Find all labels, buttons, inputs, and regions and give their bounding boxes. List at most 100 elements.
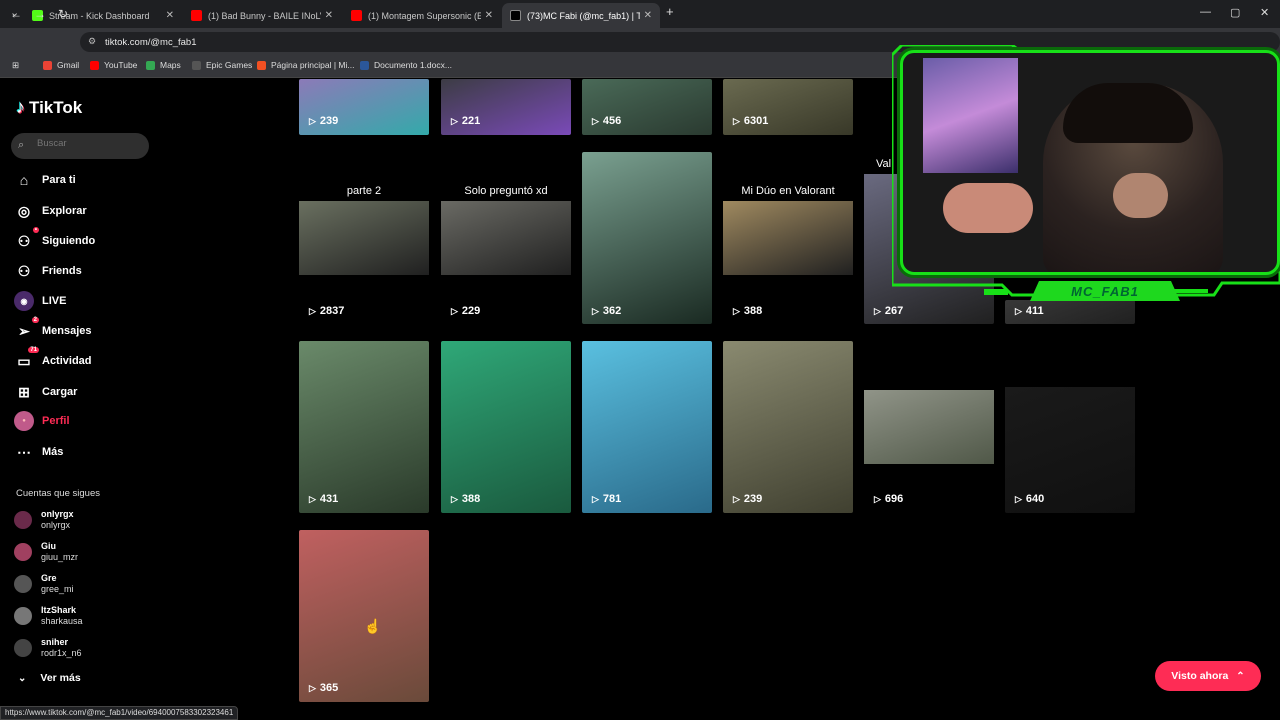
tab-close-icon[interactable]: ✕: [325, 10, 333, 21]
sidebar-item-live[interactable]: ◉ LIVE: [14, 291, 66, 311]
sidebar-item-actividad[interactable]: ▭ 71 Actividad: [14, 347, 92, 371]
forward-icon[interactable]: →: [34, 7, 46, 21]
search-box[interactable]: ⌕: [11, 133, 149, 159]
double-chevron-up-icon: ⌃: [1236, 670, 1245, 682]
tab-favicon-icon: [510, 10, 521, 21]
video-tile[interactable]: ▷ 411: [1005, 300, 1135, 324]
tab-close-icon[interactable]: ✕: [166, 10, 174, 21]
bookmark-item[interactable]: Maps: [146, 60, 181, 70]
sidebar-item-label: LIVE: [42, 295, 67, 307]
video-tile[interactable]: ▷ 640: [1005, 341, 1135, 513]
tab-close-icon[interactable]: ✕: [485, 10, 493, 21]
sidebar-item-friends[interactable]: ⚇ Friends: [14, 261, 82, 281]
browser-tab[interactable]: (1) Montagem Supersonic (Exte ✕: [343, 3, 501, 28]
browser-tab[interactable]: (1) Bad Bunny - BAILE INoLVIDA ✕: [183, 3, 341, 28]
status-bar-url: https://www.tiktok.com/@mc_fab1/video/69…: [0, 706, 239, 720]
view-count: ▷ 696: [874, 493, 904, 505]
tiktok-note-icon: ♪: [16, 97, 25, 117]
video-tile[interactable]: ▷ 365: [299, 530, 429, 702]
search-icon: ⌕: [18, 139, 25, 151]
followed-account[interactable]: sniher rodr1x_n6: [14, 637, 82, 659]
sidebar-item-label: Perfil: [42, 415, 70, 427]
message-icon: ➢ 2: [18, 317, 39, 339]
video-tile[interactable]: ▷ 239: [723, 341, 853, 513]
video-thumbnail: [864, 390, 994, 464]
video-tile[interactable]: Solo preguntó xd ▷ 229: [441, 180, 571, 324]
followed-account[interactable]: Gre gree_mi: [14, 573, 74, 595]
video-tile[interactable]: ▷ 388: [441, 341, 571, 513]
view-count: ▷ 456: [592, 115, 622, 127]
video-tile[interactable]: ▷ 362: [582, 152, 712, 324]
video-tile[interactable]: parte 2 ▷ 2837: [299, 180, 429, 324]
visto-ahora-button[interactable]: Visto ahora ⌃: [1155, 661, 1261, 691]
bookmark-item[interactable]: Epic Games: [192, 60, 252, 70]
site-info-icon[interactable]: ⚙: [88, 36, 96, 47]
view-count: ▷ 640: [1015, 493, 1045, 505]
avatar: [14, 575, 32, 593]
video-thumbnail: [582, 341, 712, 513]
view-count: ▷ 221: [451, 115, 481, 127]
bookmark-item[interactable]: Página principal | Mi...: [257, 60, 354, 70]
sidebar-item-cargar[interactable]: ⊞ Cargar: [14, 382, 77, 402]
see-more-button[interactable]: ⌄ Ver más: [18, 672, 81, 684]
play-icon: ▷: [592, 305, 599, 316]
tab-favicon-icon: [191, 10, 202, 21]
sidebar-item-label: Explorar: [42, 205, 87, 217]
play-icon: ▷: [309, 305, 316, 316]
sidebar-item-explorar[interactable]: ◎ Explorar: [14, 201, 87, 221]
video-tile[interactable]: ▷ 431: [299, 341, 429, 513]
followed-account[interactable]: onlyrgx onlyrgx: [14, 509, 74, 531]
view-count: ▷ 431: [309, 493, 339, 505]
url-text[interactable]: tiktok.com/@mc_fab1: [105, 37, 196, 48]
video-tile[interactable]: ▷ 456: [582, 79, 712, 135]
bookmark-item[interactable]: Gmail: [43, 60, 79, 70]
close-window-button[interactable]: ✕: [1260, 6, 1269, 19]
followed-account[interactable]: ItzShark sharkausa: [14, 605, 83, 627]
video-tile[interactable]: ▷ 781: [582, 341, 712, 513]
bookmark-item[interactable]: Documento 1.docx...: [360, 60, 452, 70]
bookmark-icon: [90, 60, 99, 70]
browser-tab[interactable]: Stream - Kick Dashboard ✕: [24, 3, 182, 28]
account-name: ItzShark: [41, 605, 77, 615]
minimize-button[interactable]: —: [1200, 6, 1211, 18]
account-handle: gree_mi: [41, 584, 74, 594]
play-icon: ▷: [592, 115, 599, 126]
new-tab-button[interactable]: +: [666, 4, 674, 19]
avatar: [14, 607, 32, 625]
video-tile[interactable]: ▷ 696: [864, 341, 994, 513]
video-thumbnail: [582, 152, 712, 324]
play-icon: ▷: [309, 493, 316, 504]
bookmark-icon: [257, 60, 266, 70]
account-name: Giu: [41, 541, 56, 551]
video-tile[interactable]: ▷ 221: [441, 79, 571, 135]
video-tile[interactable]: ▷ 239: [299, 79, 429, 135]
view-count: ▷ 388: [733, 305, 763, 317]
view-count: ▷ 781: [592, 493, 622, 505]
search-input[interactable]: [37, 138, 142, 149]
tiktok-logo[interactable]: ♪ TikTok: [16, 97, 82, 118]
sidebar-item-siguiendo[interactable]: ⚇ • Siguiendo: [14, 227, 95, 251]
poster-image: [923, 58, 1018, 173]
reload-icon[interactable]: ↻: [58, 7, 68, 21]
followed-account[interactable]: Giu giuu_mzr: [14, 541, 78, 563]
tab-close-icon[interactable]: ✕: [644, 10, 652, 21]
video-tile[interactable]: Mi Dúo en Valorant ▷ 388: [723, 180, 853, 324]
more-icon: ⋯: [17, 443, 31, 460]
video-tile[interactable]: ▷ 6301: [723, 79, 853, 135]
play-icon: ▷: [733, 115, 740, 126]
browser-tab[interactable]: (73)MC Fabi (@mc_fab1) | TikTo ✕: [502, 3, 660, 28]
profile-icon: ●: [14, 411, 34, 431]
bookmark-item[interactable]: YouTube: [90, 60, 137, 70]
maximize-button[interactable]: ▢: [1230, 6, 1240, 19]
play-icon: ▷: [1015, 493, 1022, 504]
webcam-frame: [900, 50, 1280, 275]
back-icon[interactable]: ←: [10, 7, 22, 21]
sidebar-item-perfil[interactable]: ● Perfil: [14, 411, 70, 431]
streamer-hair: [1063, 83, 1193, 143]
apps-icon[interactable]: ⊞: [12, 60, 19, 71]
video-thumbnail: [441, 201, 571, 275]
sidebar-item-mensajes[interactable]: ➢ 2 Mensajes: [14, 317, 92, 341]
sidebar-item-parati[interactable]: ⌂ Para ti: [14, 170, 76, 190]
bookmark-icon: [360, 60, 369, 70]
sidebar-item-ms[interactable]: ⋯ Más: [14, 442, 63, 462]
